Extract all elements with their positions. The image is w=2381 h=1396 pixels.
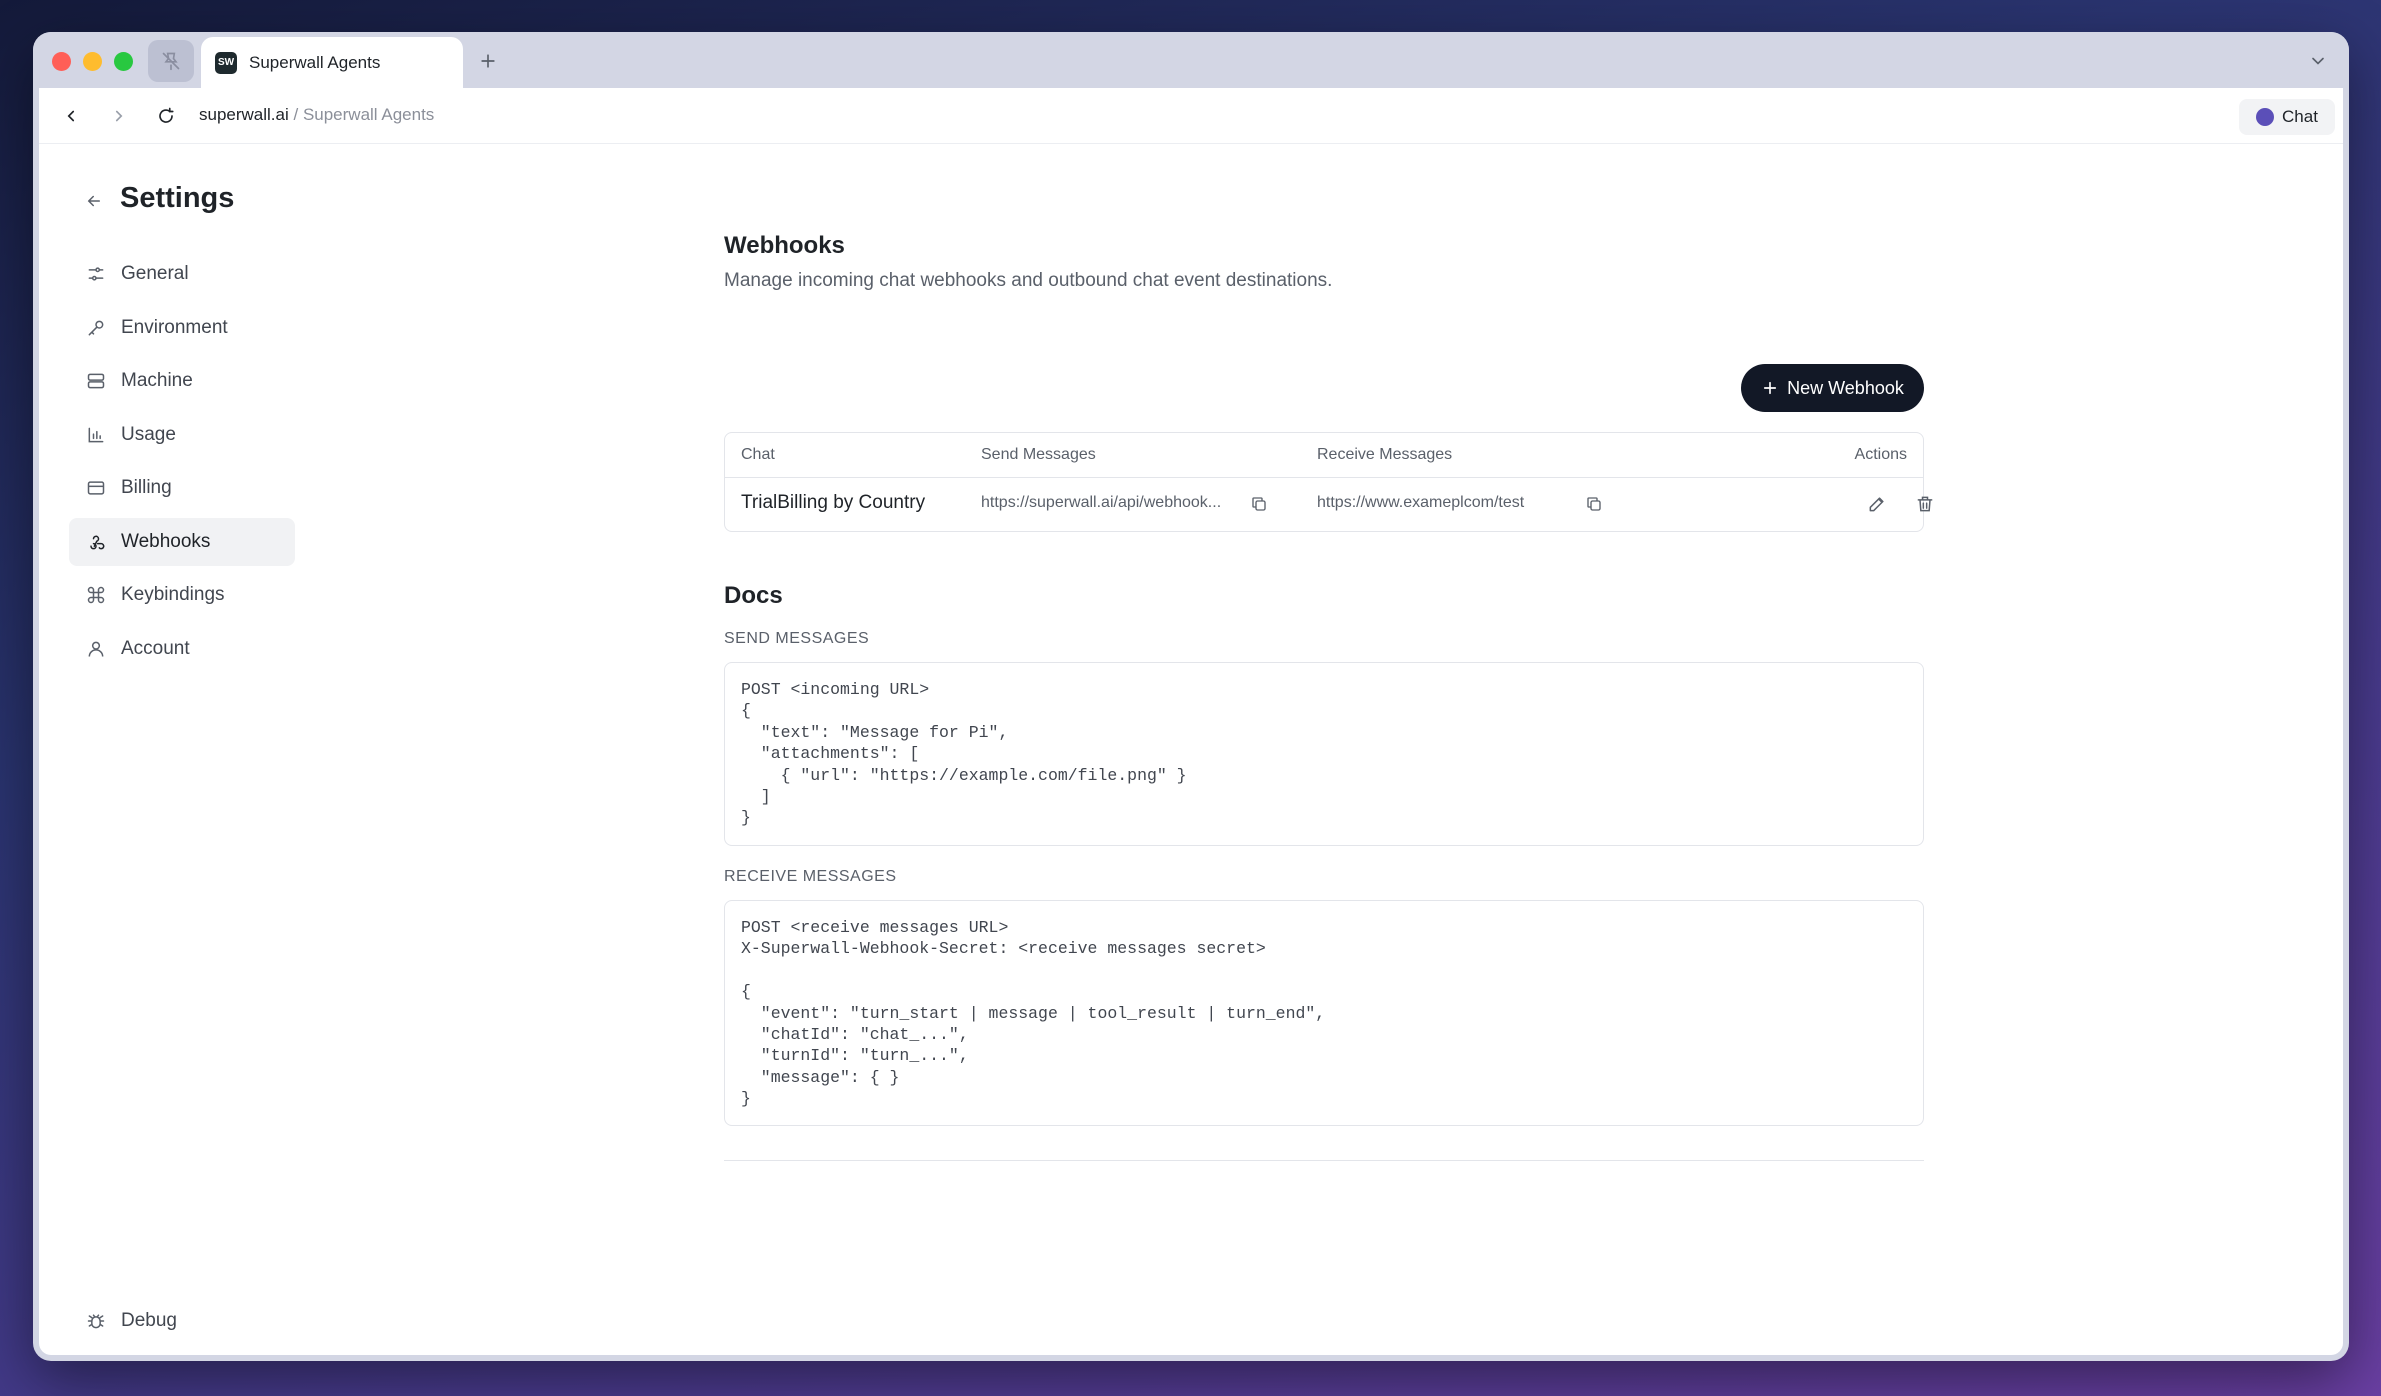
new-webhook-button[interactable]: New Webhook [1741,364,1924,412]
settings-back-button[interactable] [79,186,109,216]
copy-icon [1252,497,1266,511]
sidebar-item-webhooks[interactable]: Webhooks [69,517,295,566]
settings-title: Settings [120,182,235,214]
receive-messages-code: POST <receive messages URL> X-Superwall-… [724,900,1924,1126]
copy-receive-url-button[interactable] [1582,492,1606,516]
sidebar-item-label: Keybindings [121,584,225,605]
webhook-chat-name: TrialBilling by Country [741,492,926,513]
back-button[interactable] [57,102,85,130]
chat-bubble-icon [2256,108,2275,126]
debug-label: Debug [121,1310,177,1331]
send-messages-label: SEND MESSAGES [724,630,870,647]
sidebar-item-keybindings[interactable]: Keybindings [69,571,295,619]
credit-card-icon [85,477,107,499]
settings-nav: General Environment Machine Usage Billin… [69,250,295,678]
minimize-window-button[interactable] [83,52,102,71]
browser-window: SW Superwall Agents superwall.ai / Super… [33,32,2349,1361]
header-receive-messages: Receive Messages [1317,446,1453,463]
webhooks-table: Chat Send Messages Receive Messages Acti… [724,432,1933,532]
title-bar: SW Superwall Agents [33,32,2349,88]
chevron-right-icon [115,110,123,122]
pencil-icon [1869,497,1884,512]
url-separator: / [288,105,303,124]
chevron-left-icon [67,110,75,122]
plus-icon [481,54,495,68]
sidebar-item-billing[interactable]: Billing [69,464,295,512]
url-domain: superwall.ai [199,105,289,124]
tab-title: Superwall Agents [249,52,381,72]
sidebar-item-usage[interactable]: Usage [69,411,295,459]
user-icon [85,638,107,660]
sidebar-item-general[interactable]: General [69,250,295,298]
trash-icon [1917,496,1933,512]
header-chat: Chat [741,446,775,463]
header-send-messages: Send Messages [981,446,1096,463]
sidebar-item-account[interactable]: Account [69,625,295,673]
table-row: TrialBilling by Country https://superwal… [725,478,1933,532]
table-header: Chat Send Messages Receive Messages Acti… [725,433,1923,478]
pin-icon [162,52,180,71]
sidebar-item-label: Billing [121,477,172,498]
key-icon [85,317,107,339]
command-icon [85,584,107,606]
copy-icon [1587,497,1601,511]
sidebar-item-label: Webhooks [121,530,211,552]
copy-send-url-button[interactable] [1247,492,1271,516]
plus-icon [1764,381,1777,395]
chevron-down-icon [2312,57,2324,65]
bar-chart-icon [85,424,107,446]
new-tab-button[interactable] [473,46,503,76]
url-text[interactable]: superwall.ai / Superwall Agents [199,105,434,125]
edit-webhook-button[interactable] [1865,492,1889,516]
reload-button[interactable] [152,102,180,130]
new-webhook-label: New Webhook [1787,377,1904,398]
server-icon [85,370,107,392]
send-messages-code: POST <incoming URL> { "text": "Message f… [724,662,1924,846]
close-window-button[interactable] [52,52,71,71]
page-description: Manage incoming chat webhooks and outbou… [724,270,1333,291]
page-content: superwall.ai / Superwall Agents Chat Set… [39,88,2343,1355]
delete-webhook-button[interactable] [1913,492,1937,516]
header-actions: Actions [1854,446,1907,463]
receive-messages-url: https://www.exameplcom/test [1317,494,1525,511]
chat-button-label: Chat [2282,107,2318,126]
pin-tab-button[interactable] [148,40,194,82]
forward-button[interactable] [105,102,133,130]
sidebar-item-environment[interactable]: Environment [69,304,295,352]
url-path: Superwall Agents [302,105,435,124]
sidebar-item-label: General [121,263,189,284]
sidebar-item-debug[interactable]: Debug [85,1310,177,1332]
sidebar-item-label: Environment [121,316,228,338]
bug-icon [85,1310,107,1332]
maximize-window-button[interactable] [114,52,133,71]
sidebar-item-label: Account [121,637,190,659]
sidebar-item-machine[interactable]: Machine [69,357,295,405]
sliders-icon [85,263,107,285]
superwall-logo-icon: SW [215,51,237,74]
reload-icon [159,107,174,123]
send-messages-url: https://superwall.ai/api/webhook... [981,494,1222,511]
browser-tab[interactable]: SW Superwall Agents [201,37,463,88]
section-divider [724,1160,1924,1161]
webhook-icon [85,531,107,553]
sidebar-item-label: Machine [121,370,193,391]
arrow-left-icon [87,195,100,207]
tab-list-dropdown[interactable] [2305,48,2331,74]
receive-messages-label: RECEIVE MESSAGES [724,868,897,885]
docs-title: Docs [724,582,783,609]
sidebar-item-label: Usage [121,423,176,445]
chat-button[interactable]: Chat [2239,99,2335,135]
address-bar: superwall.ai / Superwall Agents Chat [39,88,2343,144]
page-title: Webhooks [724,232,845,259]
